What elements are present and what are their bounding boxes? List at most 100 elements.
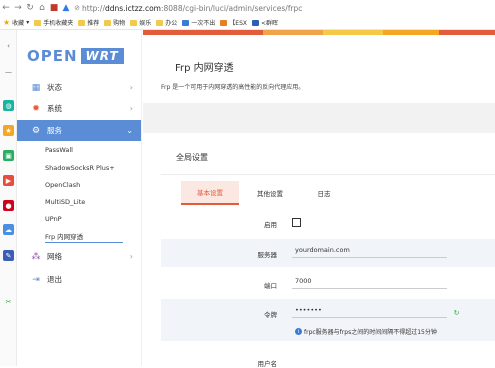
sidebar: OPEN WRT ▦ 状态 › ✹ 系统 › ⚙ 服务 ⌄ PassWall S…: [17, 30, 142, 366]
site-icon: [252, 19, 260, 26]
bookmark-label: <群晖: [261, 20, 279, 27]
bookmark-favorites[interactable]: ★ 收藏 ▾: [3, 18, 29, 27]
url-prefix: http://: [82, 3, 105, 13]
sidebar-item-services[interactable]: ⚙ 服务 ⌄: [17, 120, 141, 141]
translate-icon[interactable]: ◍: [3, 100, 14, 111]
home-icon[interactable]: ⌂: [36, 0, 48, 16]
bookmark-label: 收藏: [12, 20, 25, 27]
chevron-down-icon: ▾: [26, 19, 30, 26]
enable-checkbox[interactable]: [292, 218, 301, 227]
section-gap: [143, 103, 495, 133]
chevron-right-icon: ›: [129, 83, 133, 92]
url-host: ddns.ictzz.com: [104, 3, 161, 13]
sidebar-item-system[interactable]: ✹ 系统 ›: [17, 98, 141, 119]
bookmark-shopping-folder[interactable]: 购物: [104, 18, 125, 27]
bookmark-label: 娱乐: [139, 20, 152, 27]
submenu-upnp[interactable]: UPnP: [45, 215, 62, 223]
bookmark-label: 办公: [165, 20, 178, 27]
scissors-icon[interactable]: ✂: [3, 296, 14, 307]
token-hint-text: frpc服务器与frps之间的时间间隔不得超过15分钟: [304, 329, 437, 336]
submenu-active-indicator: [45, 242, 123, 243]
url-path: :8088/cgi-bin/luci/admin/services/frpc: [160, 3, 303, 13]
video-icon[interactable]: ▶: [3, 175, 14, 186]
bookmark-label: 【ESX: [229, 20, 248, 27]
status-grid-icon: ▦: [31, 82, 41, 93]
bookmark-site-1[interactable]: 一次不出: [182, 18, 215, 27]
image-icon[interactable]: ▣: [3, 150, 14, 161]
page-title: Frp 内网穿透: [175, 63, 234, 74]
sidebar-item-label: 退出: [47, 275, 62, 284]
chevron-right-icon: ›: [129, 252, 133, 261]
cloud-icon[interactable]: ☁: [3, 224, 14, 235]
tab-log[interactable]: 日志: [295, 181, 353, 205]
submenu-ssr-plus[interactable]: ShadowSocksR Plus+: [45, 164, 115, 172]
sidebar-item-label: 系统: [47, 104, 62, 113]
back-icon[interactable]: ←: [0, 0, 12, 16]
bookmarks-bar: ★ 收藏 ▾ 手机收藏夹 推荐 购物 娱乐 办公 一次不出 【ESX <群晖: [0, 16, 495, 30]
extension-icon[interactable]: ▲: [60, 0, 72, 16]
port-label: 端口: [264, 282, 277, 290]
star-icon: ★: [3, 18, 11, 27]
server-input[interactable]: yourdomain.com: [292, 243, 447, 258]
bookmark-recommend-folder[interactable]: 推荐: [78, 18, 99, 27]
collapse-icon[interactable]: ‹: [3, 40, 14, 51]
site-icon: [182, 19, 190, 26]
reload-icon[interactable]: ↻: [24, 0, 36, 16]
token-hint: i frpc服务器与frps之间的时间间隔不得超过15分钟: [295, 327, 437, 336]
not-secure-icon[interactable]: ⊘: [72, 4, 82, 12]
folder-icon: [130, 19, 138, 26]
sidebar-item-network[interactable]: ⁂ 网络 ›: [17, 246, 141, 267]
system-gear-icon: ✹: [32, 103, 40, 114]
logout-icon: ⇥: [32, 274, 40, 285]
browser-side-toolbar: ‹ — ◍ ★ ▣ ▶ ● ☁ ✎ ✂: [0, 30, 17, 366]
divider: [161, 174, 495, 175]
bookmark-mobile-folder[interactable]: 手机收藏夹: [34, 18, 73, 27]
forward-icon[interactable]: →: [12, 0, 24, 16]
logo-wrt: WRT: [80, 48, 124, 64]
bookmark-office-folder[interactable]: 办公: [156, 18, 177, 27]
url-field[interactable]: http://ddns.ictzz.com:8088/cgi-bin/luci/…: [82, 4, 302, 13]
folder-icon: [104, 19, 112, 26]
username-label: 用户名: [257, 360, 278, 368]
folder-icon: [156, 19, 164, 26]
submenu-frp[interactable]: Frp 内网穿透: [45, 231, 83, 241]
submenu-passwall[interactable]: PassWall: [45, 146, 73, 154]
port-input[interactable]: 7000: [292, 274, 447, 289]
section-title: 全局设置: [176, 153, 208, 162]
folder-icon: [34, 19, 42, 26]
page-description: Frp 是一个可用于内网穿透的高性能的反向代理应用。: [161, 84, 305, 91]
tab-other-settings[interactable]: 其他设置: [241, 181, 299, 205]
bookmark-site-3[interactable]: <群晖: [252, 18, 278, 27]
notes-icon[interactable]: ✎: [3, 250, 14, 261]
openwrt-logo: OPEN WRT: [27, 45, 124, 67]
chevron-right-icon: ›: [129, 104, 133, 113]
bookmark-site-2[interactable]: 【ESX: [220, 18, 247, 27]
logo-open: OPEN: [27, 47, 78, 65]
user-icon[interactable]: ■: [48, 0, 60, 16]
favorites-icon[interactable]: ★: [3, 125, 14, 136]
token-input[interactable]: •••••••: [292, 303, 447, 318]
submenu-multisd[interactable]: MultiSD_Lite: [45, 198, 85, 206]
sidebar-item-status[interactable]: ▦ 状态 ›: [17, 77, 141, 98]
bookmark-entertainment-folder[interactable]: 娱乐: [130, 18, 151, 27]
address-bar: ← → ↻ ⌂ ■ ▲ ⊘ http://ddns.ictzz.com:8088…: [0, 0, 495, 16]
sidebar-item-label: 状态: [47, 83, 62, 92]
bookmark-label: 推荐: [87, 20, 100, 27]
bookmark-label: 一次不出: [191, 20, 216, 27]
global-settings-section: 全局设置 基本设置 其他设置 日志 启用 服务器 yourdomain.com …: [161, 133, 495, 368]
sidebar-item-label: 服务: [47, 126, 62, 135]
chevron-down-icon: ⌄: [126, 126, 133, 135]
site-icon: [220, 19, 228, 26]
tab-basic-settings[interactable]: 基本设置: [181, 181, 239, 205]
record-icon[interactable]: ●: [3, 200, 14, 211]
submenu-openclash[interactable]: OpenClash: [45, 181, 80, 189]
sidebar-item-logout[interactable]: ⇥ 退出: [17, 269, 141, 290]
reveal-password-icon[interactable]: ↻: [452, 308, 461, 317]
server-label: 服务器: [257, 251, 278, 259]
bookmark-label: 手机收藏夹: [43, 20, 74, 27]
folder-icon: [78, 19, 86, 26]
minus-icon[interactable]: —: [3, 66, 14, 77]
enable-label: 启用: [264, 221, 277, 229]
services-gear-icon: ⚙: [31, 125, 41, 136]
main-content: Frp 内网穿透 Frp 是一个可用于内网穿透的高性能的反向代理应用。 全局设置…: [143, 35, 495, 368]
